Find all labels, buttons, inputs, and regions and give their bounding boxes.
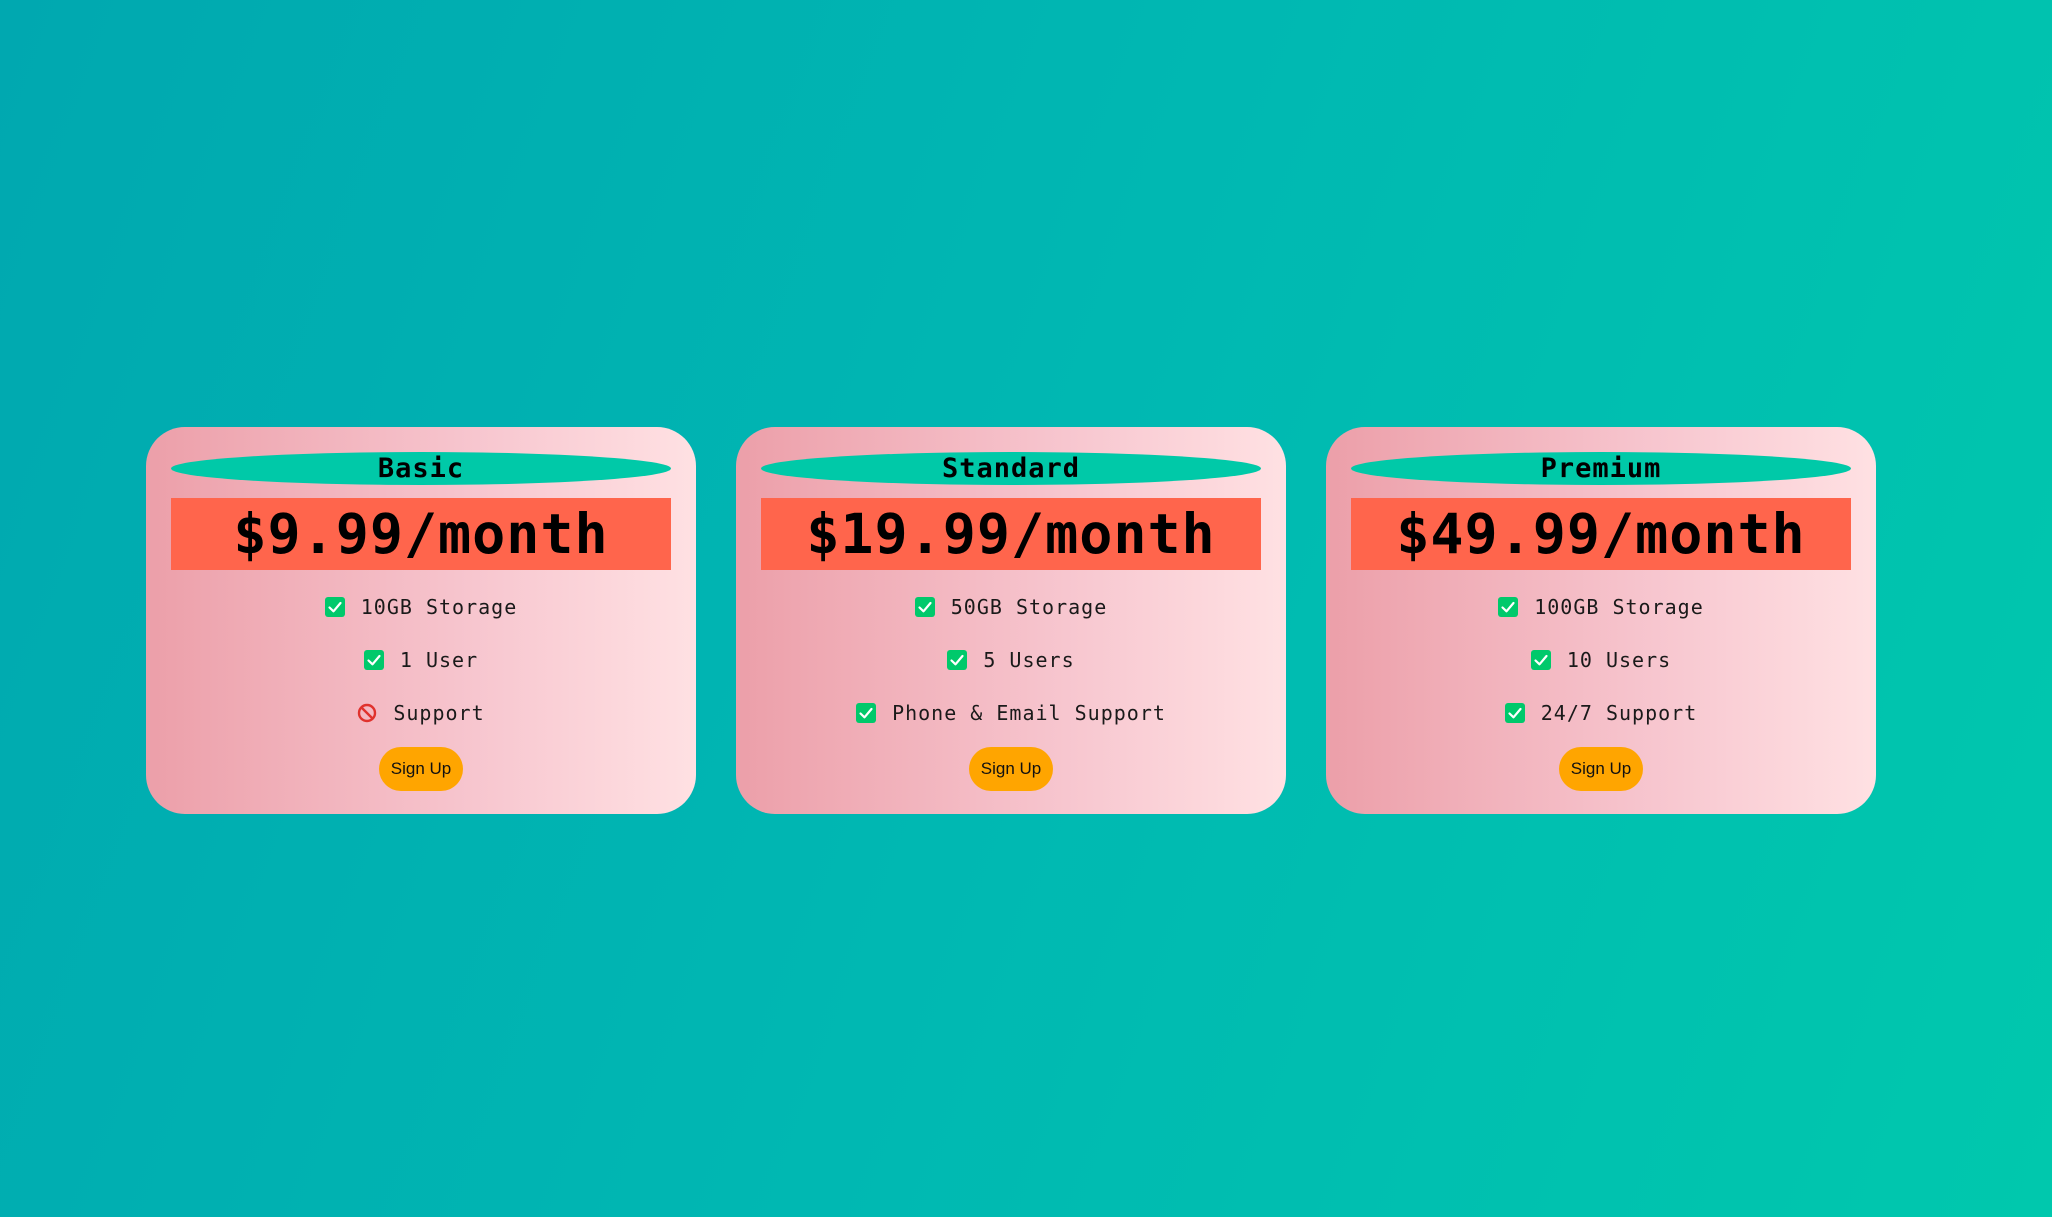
pricing-cards: Basic $9.99/month 10GB Storage 1 User Su… xyxy=(146,427,1876,814)
feature-text: 24/7 Support xyxy=(1540,700,1698,725)
plan-title: Standard xyxy=(761,452,1261,485)
feature-item: 1 User xyxy=(171,633,671,686)
plan-price: $19.99/month xyxy=(761,498,1261,570)
check-icon xyxy=(324,596,345,617)
check-icon xyxy=(1530,649,1551,670)
feature-text: Phone & Email Support xyxy=(892,700,1166,725)
plan-price: $49.99/month xyxy=(1351,498,1851,570)
plan-title: Premium xyxy=(1351,452,1851,485)
feature-list: 10GB Storage 1 User Support xyxy=(171,580,671,739)
feature-item: Support xyxy=(171,686,671,739)
plan-title: Basic xyxy=(171,452,671,485)
sign-up-button[interactable]: Sign Up xyxy=(1559,747,1643,791)
sign-up-button[interactable]: Sign Up xyxy=(379,747,463,791)
feature-list: 100GB Storage 10 Users 24/7 Support xyxy=(1351,580,1851,739)
check-icon xyxy=(1498,596,1519,617)
feature-text: 1 User xyxy=(399,647,479,672)
feature-text: 100GB Storage xyxy=(1534,594,1704,619)
feature-item: 5 Users xyxy=(761,633,1261,686)
feature-item: 100GB Storage xyxy=(1351,580,1851,633)
check-icon xyxy=(856,702,877,723)
feature-item: 50GB Storage xyxy=(761,580,1261,633)
check-icon xyxy=(363,649,384,670)
feature-text: 10GB Storage xyxy=(360,594,518,619)
check-icon xyxy=(947,649,968,670)
plan-price: $9.99/month xyxy=(171,498,671,570)
feature-list: 50GB Storage 5 Users Phone & Email Suppo… xyxy=(761,580,1261,739)
plan-card-premium: Premium $49.99/month 100GB Storage 10 Us… xyxy=(1326,427,1876,814)
feature-item: Phone & Email Support xyxy=(761,686,1261,739)
feature-item: 10GB Storage xyxy=(171,580,671,633)
feature-text: 5 Users xyxy=(983,647,1075,672)
feature-text: 50GB Storage xyxy=(950,594,1108,619)
feature-item: 10 Users xyxy=(1351,633,1851,686)
feature-text: 10 Users xyxy=(1566,647,1672,672)
plan-card-standard: Standard $19.99/month 50GB Storage 5 Use… xyxy=(736,427,1286,814)
check-icon xyxy=(1504,702,1525,723)
plan-card-basic: Basic $9.99/month 10GB Storage 1 User Su… xyxy=(146,427,696,814)
sign-up-button[interactable]: Sign Up xyxy=(969,747,1053,791)
feature-item: 24/7 Support xyxy=(1351,686,1851,739)
feature-text: Support xyxy=(393,700,485,725)
check-icon xyxy=(914,596,935,617)
prohibited-icon xyxy=(357,703,377,723)
